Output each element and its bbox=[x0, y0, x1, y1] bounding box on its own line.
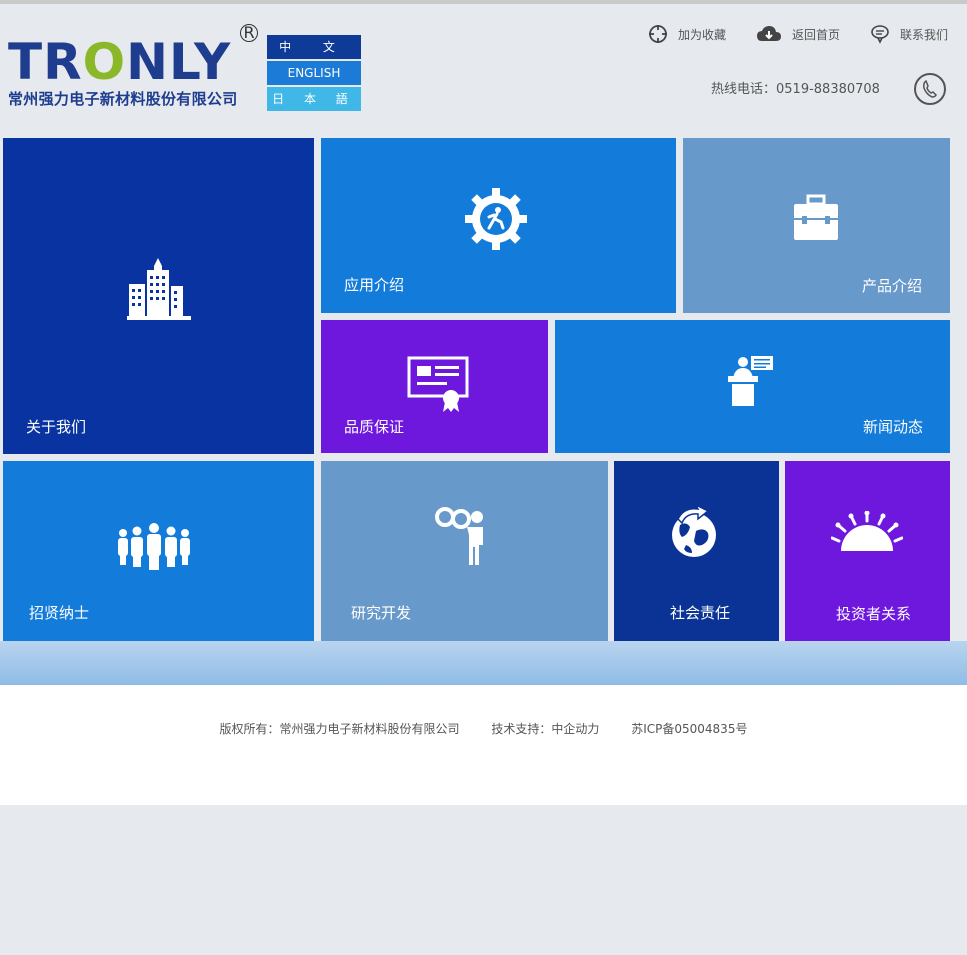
tile-products[interactable]: 产品介绍 bbox=[683, 138, 950, 313]
tile-quality-label: 品质保证 bbox=[344, 418, 405, 436]
gear-runner-icon bbox=[465, 188, 527, 254]
tile-investor-label: 投资者关系 bbox=[836, 605, 912, 623]
tile-news[interactable]: 新闻动态 bbox=[555, 320, 950, 453]
lang-japanese-button[interactable]: 日 本 語 bbox=[267, 87, 361, 111]
tile-research[interactable]: 研究开发 bbox=[321, 461, 608, 641]
tile-products-label: 产品介绍 bbox=[862, 277, 923, 295]
company-logo[interactable]: TRONLY R 常州强力电子新材料股份有限公司 bbox=[8, 24, 258, 114]
registered-mark: R bbox=[240, 24, 258, 42]
tile-about-us[interactable]: 关于我们 bbox=[3, 138, 314, 454]
home-link[interactable]: 返回首页 bbox=[756, 24, 840, 44]
tile-application-label: 应用介绍 bbox=[344, 276, 405, 294]
footer: 版权所有：常州强力电子新材料股份有限公司 技术支持：中企动力 苏ICP备0500… bbox=[0, 685, 967, 805]
header: TRONLY R 常州强力电子新材料股份有限公司 中 文 ENGLISH 日 本… bbox=[0, 4, 967, 134]
hotline-text: 热线电话：0519-88380708 bbox=[711, 82, 880, 97]
binoculars-person-icon bbox=[435, 505, 487, 571]
tile-social[interactable]: 社会责任 bbox=[614, 461, 779, 641]
podium-speaker-icon bbox=[725, 354, 775, 412]
lang-chinese-button[interactable]: 中 文 bbox=[267, 35, 361, 59]
phone-icon bbox=[914, 73, 946, 105]
tile-social-label: 社会责任 bbox=[670, 604, 731, 622]
contact-link[interactable]: 联系我们 bbox=[870, 24, 948, 44]
briefcase-icon bbox=[793, 194, 839, 246]
tile-research-label: 研究开发 bbox=[351, 604, 412, 622]
lang-english-button[interactable]: ENGLISH bbox=[267, 61, 361, 85]
buildings-icon bbox=[127, 258, 191, 324]
add-favorite-link[interactable]: 加为收藏 bbox=[648, 24, 726, 44]
globe-arrow-icon bbox=[668, 503, 720, 565]
tile-quality[interactable]: 品质保证 bbox=[321, 320, 548, 453]
speech-bubble-icon bbox=[870, 24, 890, 44]
tile-news-label: 新闻动态 bbox=[863, 418, 924, 436]
decorative-band bbox=[0, 641, 967, 685]
logo-subtitle: 常州强力电子新材料股份有限公司 bbox=[8, 90, 238, 108]
rising-sun-hands-icon bbox=[830, 510, 904, 559]
tile-recruit-label: 招贤纳士 bbox=[29, 604, 90, 622]
people-group-icon bbox=[117, 523, 191, 575]
crosshair-icon bbox=[648, 24, 668, 44]
certificate-icon bbox=[407, 356, 471, 416]
footer-copyright: 版权所有：常州强力电子新材料股份有限公司 bbox=[219, 722, 460, 736]
footer-icp-link[interactable]: 苏ICP备05004835号 bbox=[631, 722, 747, 736]
tile-application[interactable]: 应用介绍 bbox=[321, 138, 676, 313]
footer-support-link[interactable]: 技术支持：中企动力 bbox=[491, 722, 599, 736]
tile-investor[interactable]: 投资者关系 bbox=[785, 461, 950, 641]
home-label: 返回首页 bbox=[792, 27, 841, 42]
cloud-download-icon bbox=[756, 24, 782, 44]
tile-recruit[interactable]: 招贤纳士 bbox=[3, 461, 314, 641]
add-favorite-label: 加为收藏 bbox=[678, 27, 727, 42]
footer-info: 版权所有：常州强力电子新材料股份有限公司 技术支持：中企动力 苏ICP备0500… bbox=[0, 720, 967, 737]
contact-label: 联系我们 bbox=[900, 27, 949, 42]
logo-wordmark: TRONLY bbox=[8, 33, 232, 91]
tile-about-us-label: 关于我们 bbox=[26, 418, 87, 436]
